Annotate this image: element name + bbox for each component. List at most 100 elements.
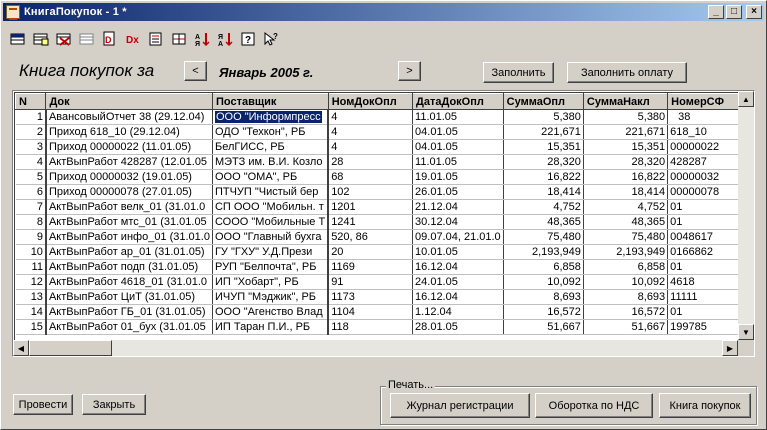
table-row[interactable]: 3 Приход 00000022 (11.01.05) БелГИСС, РБ 4 0… [15,139,754,155]
table-cell[interactable]: ООО "Агенство Влад [212,304,329,320]
table-cell[interactable]: 1104 [327,304,414,320]
table-cell[interactable]: СООО "Мобильные Т [212,214,329,230]
table-cell[interactable]: 221,671 [503,124,584,140]
table-cell[interactable]: 48,365 [503,214,584,230]
table-row[interactable]: 15 АктВыпРабот 01_бух (31.01.05 ИП Таран П… [15,319,754,335]
table-cell[interactable]: 1201 [327,199,414,215]
table-cell[interactable]: 15,351 [503,139,584,155]
table-cell[interactable]: 8,693 [583,289,669,305]
table-cell[interactable]: 118 [327,319,414,335]
table-cell[interactable]: ИП "Хобарт", РБ [212,274,329,290]
table-cell[interactable]: ООО "Главный бухга [212,229,329,245]
table-cell[interactable]: 04.01.05 [412,139,504,155]
table-cell[interactable]: 18,414 [583,184,669,200]
table-cell[interactable]: МЭТЗ им. В.И. Козло [212,154,329,170]
scroll-down-icon[interactable]: ▼ [738,324,754,340]
table-cell[interactable]: РУП "Белпочта", РБ [212,259,329,275]
table-cell[interactable]: АктВыпРабот 4618_01 (31.01.0 [45,274,213,290]
table-row[interactable]: 10 АктВыпРабот ар_01 (31.01.05) ГУ "ГХУ" У… [15,244,754,260]
table-cell[interactable]: 4 [327,109,414,125]
table-cell[interactable]: 75,480 [583,229,669,245]
next-period-button[interactable]: > [398,61,421,81]
table-cell[interactable]: 19.01.05 [412,169,504,185]
table-cell[interactable]: ПТЧУП "Чистый бер [212,184,329,200]
table-cell[interactable]: АктВыпРабот ЦиТ (31.01.05) [45,289,213,305]
table-row[interactable]: 2 Приход 618_10 (29.12.04) ОДО "Техкон", Р… [15,124,754,140]
table-cell[interactable]: 1 [15,109,47,125]
table-cell[interactable]: 51,667 [583,319,669,335]
table-row[interactable]: 7 АктВыпРабот велк_01 (31.01.0 СП ООО "Моб… [15,199,754,215]
table-cell[interactable]: АктВыпРабот подп (31.01.05) [45,259,213,275]
table-cell[interactable]: АктВыпРабот мтс_01 (31.01.05 [45,214,213,230]
table-cell[interactable]: 9 [15,229,47,245]
fill-button[interactable]: Заполнить [483,62,554,83]
table-cell[interactable]: 48,365 [583,214,669,230]
table-cell[interactable]: 04.01.05 [412,124,504,140]
table-cell[interactable]: ООО "ОМА", РБ [212,169,329,185]
table-cell[interactable]: ИЧУП "Мэджик", РБ [212,289,329,305]
table-cell[interactable]: 102 [327,184,414,200]
table-cell[interactable]: 6 [15,184,47,200]
table-cell[interactable]: ОДО "Техкон", РБ [212,124,329,140]
table-cell[interactable]: 10,092 [503,274,584,290]
table-cell[interactable]: ГУ "ГХУ" У.Д.Прези [212,244,329,260]
table-cell[interactable]: 5,380 [583,109,669,125]
scroll-right-icon[interactable]: ▶ [722,340,738,356]
sort-asc-icon[interactable]: AЯ [191,29,213,49]
post-button[interactable]: Провести [13,394,73,415]
table-cell[interactable]: БелГИСС, РБ [212,139,329,155]
table-cell[interactable]: 14 [15,304,47,320]
table-cell[interactable]: 1173 [327,289,414,305]
table-row[interactable]: 13 АктВыпРабот ЦиТ (31.01.05) ИЧУП "Мэджик… [15,289,754,305]
table-cell[interactable]: 15 [15,319,47,335]
column-header-pay-doc-date[interactable]: ДатаДокОпл [412,93,504,110]
column-header-pay-sum[interactable]: СуммаОпл [502,93,584,110]
maximize-button[interactable]: □ [726,5,742,19]
table-cell[interactable]: 16,822 [583,169,669,185]
table-cell[interactable]: СП ООО "Мобильн. т [212,199,329,215]
horizontal-scrollbar[interactable]: ◀ ▶ [13,340,738,356]
minimize-button[interactable]: _ [708,5,724,19]
table-cell[interactable]: 1.12.04 [412,304,504,320]
table-row[interactable]: 14 АктВыпРабот ГБ_01 (31.01.05) ООО "Агенс… [15,304,754,320]
table-cell[interactable]: 24.01.05 [412,274,504,290]
table-icon[interactable] [168,29,190,49]
table-cell[interactable]: 6,858 [583,259,669,275]
table-cell[interactable]: 16,822 [503,169,584,185]
scroll-left-icon[interactable]: ◀ [13,340,29,356]
report-icon[interactable] [145,29,167,49]
table-cell[interactable]: 7 [15,199,47,215]
table-cell[interactable]: Приход 00000022 (11.01.05) [45,139,213,155]
table-cell[interactable]: 221,671 [583,124,669,140]
table-cell[interactable]: Приход 00000032 (19.01.05) [45,169,213,185]
table-cell[interactable]: 12 [15,274,47,290]
prev-period-button[interactable]: < [184,61,207,81]
table-cell[interactable]: 13 [15,289,47,305]
table-cell[interactable]: 11.01.05 [412,154,504,170]
table-cell[interactable]: 10 [15,244,47,260]
table-cell[interactable]: 8,693 [503,289,584,305]
table-cell[interactable]: 91 [327,274,414,290]
close-button[interactable]: Закрыть [82,394,146,415]
table-cell[interactable]: 75,480 [503,229,584,245]
table-cell[interactable]: 4,752 [583,199,669,215]
table-cell[interactable]: 4 [15,154,47,170]
table-cell[interactable]: 26.01.05 [412,184,504,200]
table-cell[interactable]: ООО "Информпресс [212,109,329,125]
table-cell[interactable]: 2,193,949 [503,244,584,260]
copy-row-icon[interactable] [30,29,52,49]
table-cell[interactable]: 4,752 [503,199,584,215]
close-window-button[interactable]: × [746,5,762,19]
title-bar[interactable]: КнигаПокупок - 1 * _ □ × [3,3,764,21]
table-row[interactable]: 11 АктВыпРабот подп (31.01.05) РУП "Белпоч… [15,259,754,275]
vat-turnover-button[interactable]: Оборотка по НДС [535,393,653,418]
table-cell[interactable]: АктВыпРабот 01_бух (31.01.05 [45,319,213,335]
table-cell[interactable]: 09.07.04, 21.01.0 [412,229,504,245]
table-row[interactable]: 6 Приход 00000078 (27.01.05) ПТЧУП "Чистый… [15,184,754,200]
table-row[interactable]: 1 АвансовыйОтчет 38 (29.12.04) ООО "Информ… [15,109,754,125]
table-cell[interactable]: 10.01.05 [412,244,504,260]
table-cell[interactable]: 10,092 [583,274,669,290]
vertical-scrollbar[interactable]: ▲ ▼ [738,91,754,340]
purchase-book-table[interactable]: N Док Поставщик НомДокОпл ДатаДокОпл Сум… [12,90,755,357]
table-cell[interactable]: ИП Таран П.И., РБ [212,319,329,335]
